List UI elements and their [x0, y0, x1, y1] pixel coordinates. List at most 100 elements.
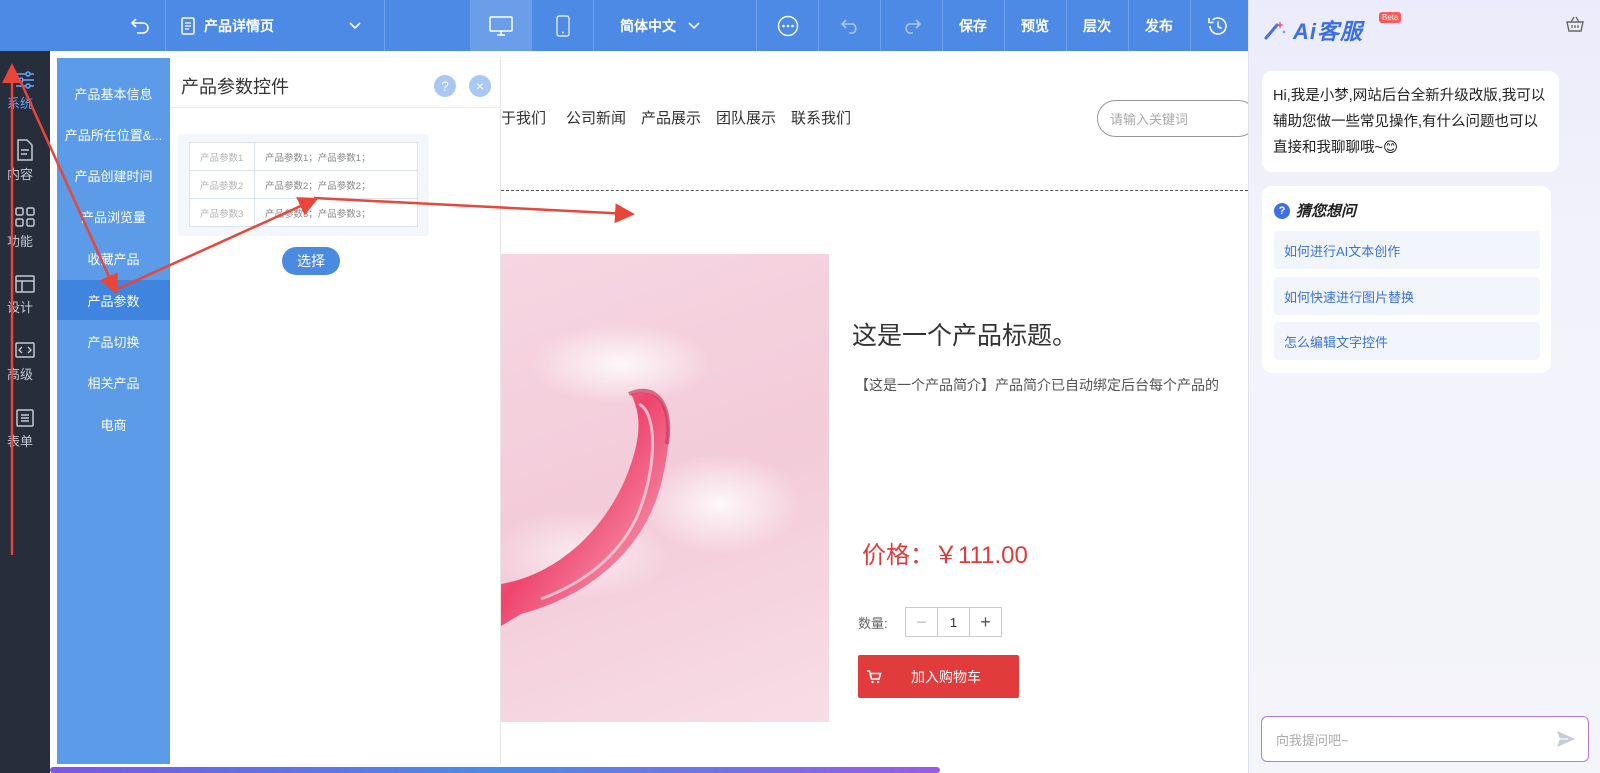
param-value: 产品参数1；产品参数1； [254, 142, 418, 171]
quantity-plus-button[interactable]: + [970, 608, 1001, 636]
ai-question-input[interactable]: 向我提问吧~ [1261, 716, 1589, 762]
select-button[interactable]: 选择 [282, 247, 340, 275]
submenu-item[interactable]: 产品切换 [57, 321, 170, 361]
list-form-icon [16, 409, 34, 427]
param-style-preview[interactable]: 产品参数1 产品参数1；产品参数1； 产品参数2 产品参数2；产品参数2； 产品参数… [178, 134, 429, 275]
send-icon[interactable] [1556, 730, 1576, 748]
desktop-view-button[interactable] [470, 0, 532, 51]
ai-input-placeholder: 向我提问吧~ [1276, 732, 1349, 748]
submenu-item[interactable]: 产品所在位置&... [57, 114, 170, 154]
suggestions-title-text: 猜您想问 [1296, 203, 1357, 220]
redo-button[interactable] [884, 0, 940, 51]
site-search-input[interactable]: 请输入关键词 [1097, 100, 1257, 137]
help-button[interactable]: ? [434, 75, 456, 97]
suggestions-title: ? 猜您想问 [1274, 200, 1356, 221]
question-icon: ? [1274, 202, 1290, 219]
param-value: 产品参数3；产品参数3； [254, 198, 418, 227]
rail-item-advanced[interactable]: 高级 [0, 332, 50, 392]
product-price: 价格：￥111.00 [862, 542, 1028, 569]
suggestion-item[interactable]: 怎么编辑文字控件 [1274, 322, 1540, 360]
control-category-menu: 产品基本信息 产品所在位置&... 产品创建时间 产品浏览量 收藏产品 产品参数… [57, 58, 170, 764]
monitor-icon [489, 15, 513, 36]
quantity-minus-button[interactable]: − [906, 608, 937, 636]
layout-icon [15, 275, 35, 293]
basket-button[interactable] [1566, 16, 1584, 37]
preview-button[interactable]: 预览 [1004, 0, 1066, 51]
submenu-item[interactable]: 收藏产品 [57, 238, 170, 278]
submenu-item-active[interactable]: 产品参数 [57, 280, 170, 320]
nav-link-products[interactable]: 产品展示 [641, 107, 701, 128]
rail-item-label: 表单 [6, 434, 33, 449]
history-button[interactable] [1192, 0, 1244, 51]
rail-item-label: 设计 [6, 300, 33, 315]
param-value: 产品参数2；产品参数2； [254, 170, 418, 199]
grid-apps-icon [15, 207, 35, 227]
submenu-item[interactable]: 产品浏览量 [57, 196, 170, 236]
dashed-divider [501, 190, 1248, 191]
rail-item-label: 高级 [6, 367, 33, 382]
ai-assistant-panel: Ai客服 Beta Hi,我是小梦,网站后台全新升级改版,我可以辅助您做一些常见… [1248, 0, 1600, 773]
panel-title: 产品参数控件 [181, 77, 289, 97]
rail-item-forms[interactable]: 表单 [0, 399, 50, 459]
nav-link-news[interactable]: 公司新闻 [566, 107, 626, 128]
nav-link-team[interactable]: 团队展示 [716, 107, 776, 128]
rail-item-features[interactable]: 功能 [0, 198, 50, 258]
suggestion-item[interactable]: 如何进行AI文本创作 [1274, 231, 1540, 269]
undo-button[interactable] [822, 0, 878, 51]
phone-icon [555, 14, 570, 37]
language-label: 简体中文 [620, 17, 676, 34]
rail-item-system[interactable]: 系统 [0, 61, 50, 121]
magic-wand-icon [1264, 21, 1286, 40]
bottom-progress-bar [50, 767, 940, 773]
language-selector[interactable]: 简体中文 [605, 0, 715, 51]
page-name: 产品详情页 [204, 17, 274, 34]
ai-title: Ai客服 [1293, 19, 1364, 44]
param-key: 产品参数3 [189, 198, 255, 227]
close-button[interactable]: × [469, 75, 491, 97]
document-icon [17, 139, 33, 161]
help-icon: ? [441, 78, 449, 94]
chevron-down-icon [349, 21, 361, 29]
param-key: 产品参数1 [189, 142, 255, 171]
undo-icon [840, 18, 857, 34]
rail-item-label: 系统 [6, 96, 33, 111]
undo-arrow-icon [130, 17, 149, 34]
page-selector[interactable]: 产品详情页 [180, 0, 370, 51]
submenu-item[interactable]: 电商 [57, 404, 170, 444]
nav-link-contact[interactable]: 联系我们 [791, 107, 851, 128]
rail-item-label: 功能 [6, 234, 33, 249]
close-icon: × [475, 78, 485, 94]
cart-icon [867, 669, 882, 683]
table-row: 产品参数1 产品参数1；产品参数1； [189, 142, 418, 171]
rail-item-design[interactable]: 设计 [0, 265, 50, 325]
layers-button[interactable]: 层次 [1066, 0, 1128, 51]
mobile-view-button[interactable] [535, 0, 590, 51]
publish-button[interactable]: 发布 [1128, 0, 1190, 51]
save-button[interactable]: 保存 [942, 0, 1004, 51]
sliders-icon [16, 71, 34, 89]
table-row: 产品参数3 产品参数3；产品参数3； [189, 198, 418, 227]
control-panel: 产品参数控件 ? × 产品参数1 产品参数1；产品参数1； 产品参数2 产品参数2；… [170, 58, 501, 764]
submenu-item[interactable]: 相关产品 [57, 362, 170, 402]
product-title: 这是一个产品标题。 [852, 322, 1078, 350]
suggestion-item[interactable]: 如何快速进行图片替换 [1274, 277, 1540, 315]
add-to-cart-button[interactable]: 加入购物车 [858, 655, 1019, 698]
add-to-cart-label: 加入购物车 [911, 668, 981, 685]
more-button[interactable] [760, 0, 816, 51]
ai-greeting-bubble: Hi,我是小梦,网站后台全新升级改版,我可以辅助您做一些常见操作,有什么问题也可… [1262, 71, 1559, 172]
param-preview-table: 产品参数1 产品参数1；产品参数1； 产品参数2 产品参数2；产品参数2； 产品参数… [189, 142, 418, 227]
rail-item-content[interactable]: 内容 [0, 131, 50, 191]
history-clock-icon [1208, 16, 1227, 35]
more-dots-icon [777, 15, 799, 36]
submenu-item[interactable]: 产品创建时间 [57, 155, 170, 195]
product-photo-art [501, 324, 801, 626]
nav-link-about[interactable]: 于我们 [501, 107, 546, 128]
divider [170, 107, 501, 108]
product-intro: 【这是一个产品简介】产品简介已自动绑定后台每个产品的 [855, 377, 1219, 393]
table-row: 产品参数2 产品参数2；产品参数2； [189, 170, 418, 199]
submenu-item[interactable]: 产品基本信息 [57, 73, 170, 113]
product-image[interactable] [501, 254, 829, 722]
quantity-value[interactable]: 1 [937, 608, 970, 636]
back-button[interactable] [120, 0, 160, 51]
quantity-label: 数量: [858, 616, 888, 631]
